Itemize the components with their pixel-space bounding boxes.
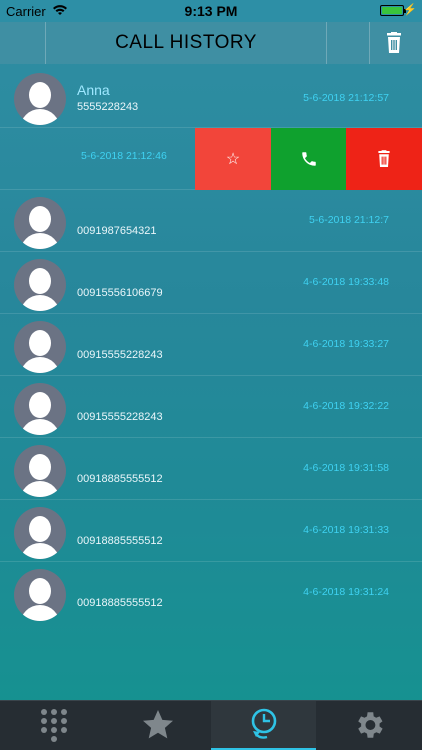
avatar [14,321,66,373]
phone-number: 00915556106679 [77,287,163,299]
history-icon [251,708,277,739]
nav-right-segment [326,22,370,64]
call-row[interactable]: 00918885555512 4-6-2018 19:31:24 [0,562,422,624]
status-bar: Carrier 9:13 PM ⚡ [0,0,422,22]
tab-favorites[interactable] [105,701,210,750]
clock: 9:13 PM [184,3,238,19]
tab-keypad[interactable] [0,701,105,750]
call-date: 5-6-2018 21:12:46 [81,150,167,162]
avatar [14,259,66,311]
call-date: 4-6-2018 19:33:48 [303,276,389,288]
avatar [14,569,66,621]
call-row[interactable]: 00915556106679 4-6-2018 19:33:48 [0,252,422,314]
tab-settings[interactable] [316,701,421,750]
star-outline-icon: ☆ [225,151,241,168]
trash-icon [378,150,390,167]
phone-icon [301,152,316,166]
call-date: 5-6-2018 21:12:7 [309,214,389,226]
avatar [14,507,66,559]
keypad-icon [41,709,67,742]
phone-number: 0091987654321 [77,225,157,237]
favorite-action-button[interactable]: ☆ [195,128,271,190]
call-row-swiped[interactable]: 5-6-2018 21:12:46 ☆ [0,128,422,190]
call-date: 4-6-2018 19:31:33 [303,524,389,536]
call-date: 4-6-2018 19:33:27 [303,338,389,350]
nav-left-segment [0,22,46,64]
phone-number: 00918885555512 [77,473,163,485]
call-row[interactable]: 00918885555512 4-6-2018 19:31:33 [0,500,422,562]
tab-bar [0,700,422,750]
call-row[interactable]: 00915555228243 4-6-2018 19:32:22 [0,376,422,438]
nav-bar: CALL HISTORY [0,22,422,64]
phone-number: 5555228243 [77,101,139,113]
avatar [14,73,66,125]
battery-icon [380,5,406,16]
contact-name: Anna [77,82,110,98]
phone-number: 00918885555512 [77,597,163,609]
phone-number: 00915555228243 [77,411,163,423]
call-date: 5-6-2018 21:12:57 [303,92,389,104]
call-row[interactable]: 00918885555512 4-6-2018 19:31:58 [0,438,422,500]
delete-action-button[interactable] [346,128,422,190]
call-row[interactable]: 0091987654321 5-6-2018 21:12:7 [0,190,422,252]
call-row[interactable]: Anna 5555228243 5-6-2018 21:12:57 [0,66,422,128]
charging-icon: ⚡ [403,4,417,16]
gear-icon [358,712,383,738]
phone-number: 00915555228243 [77,349,163,361]
avatar [14,197,66,249]
call-action-button[interactable] [271,128,346,190]
phone-number: 00918885555512 [77,535,163,547]
call-date: 4-6-2018 19:31:24 [303,586,389,598]
clear-history-button[interactable] [384,32,404,54]
tab-history[interactable] [211,701,316,750]
star-icon [143,710,173,739]
call-date: 4-6-2018 19:31:58 [303,462,389,474]
call-date: 4-6-2018 19:32:22 [303,400,389,412]
page-title: CALL HISTORY [115,32,257,53]
call-row[interactable]: 00915555228243 4-6-2018 19:33:27 [0,314,422,376]
avatar [14,445,66,497]
avatar [14,383,66,435]
